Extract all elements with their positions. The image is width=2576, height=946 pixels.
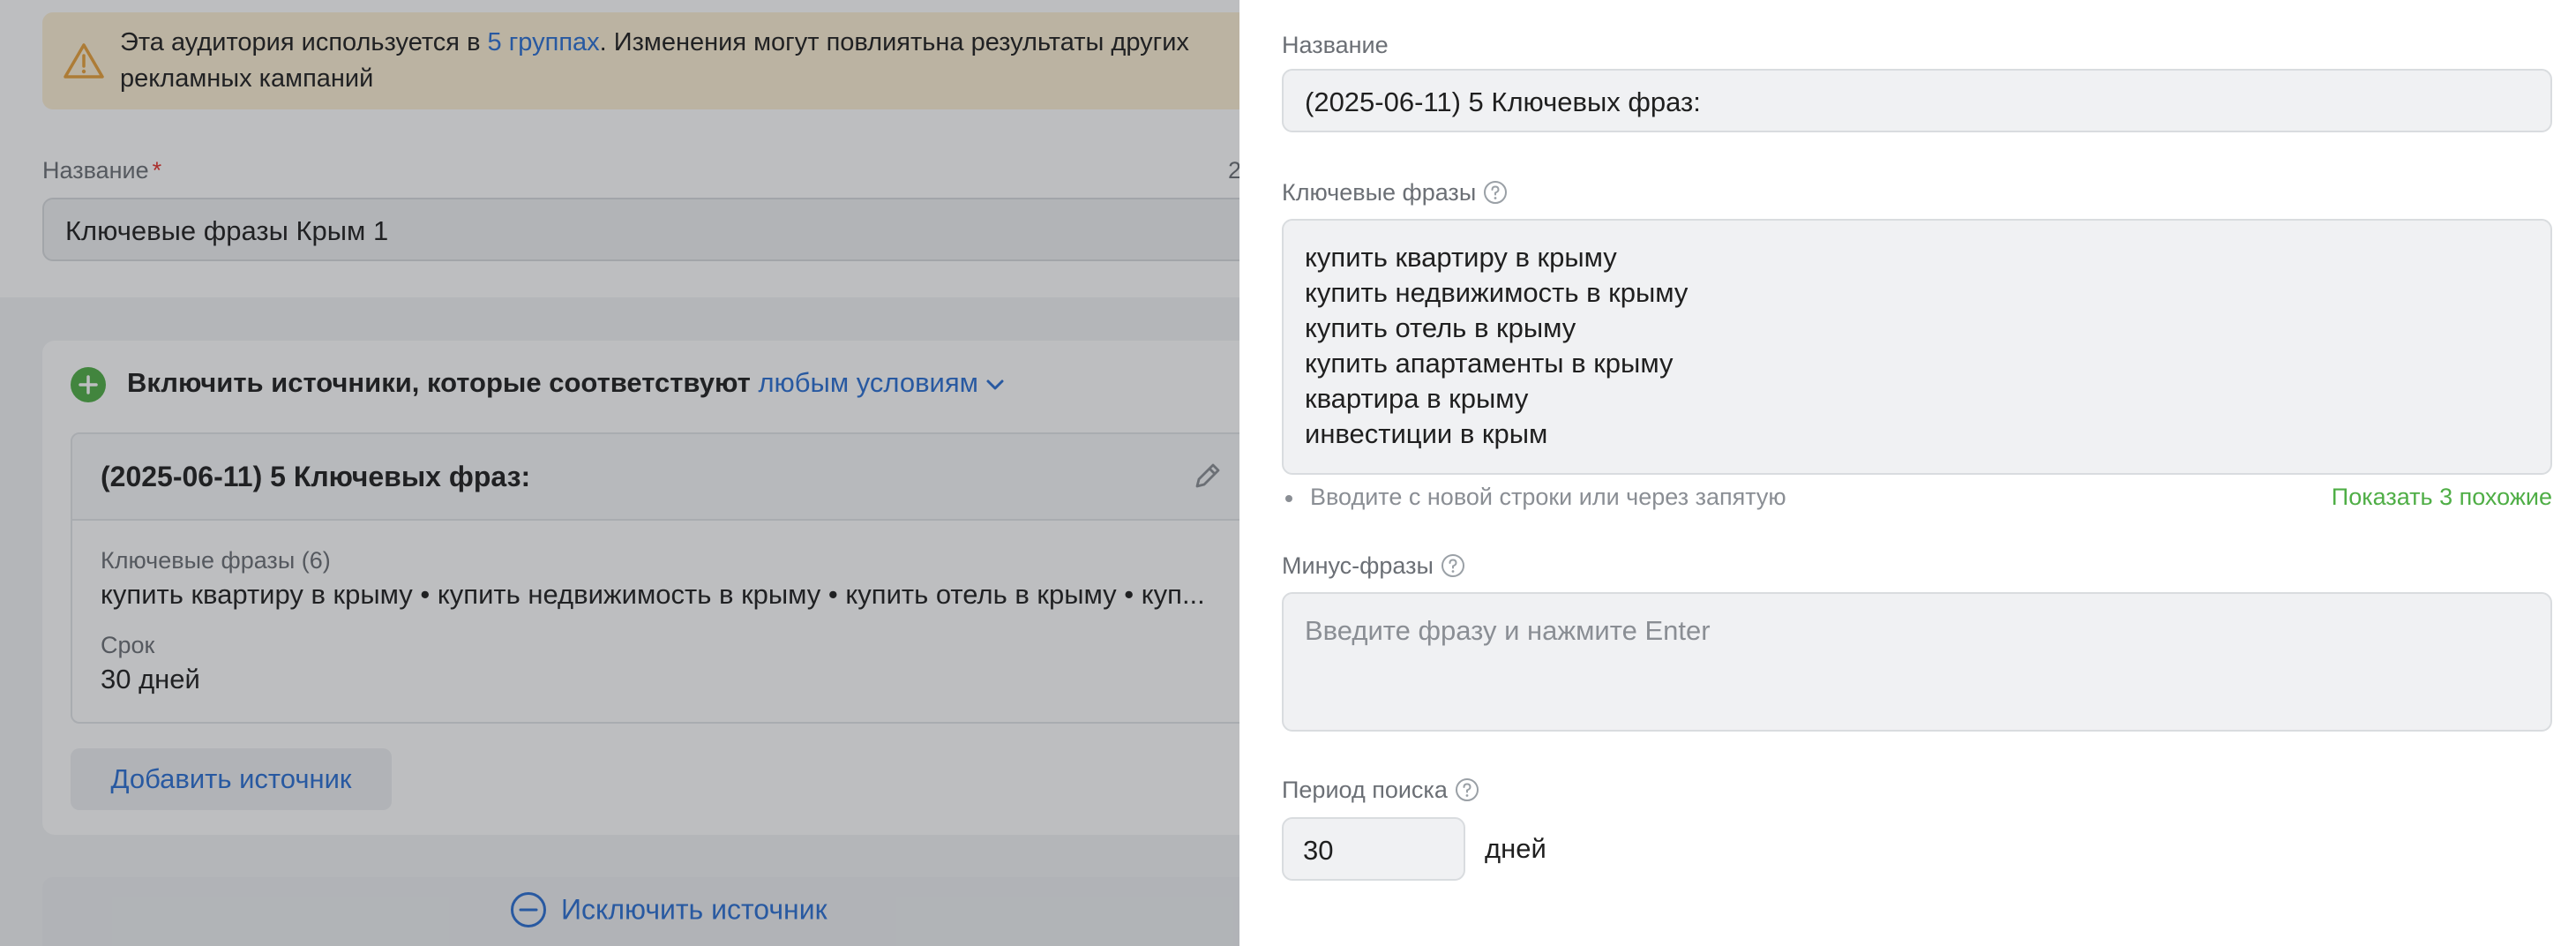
minus-phrases-label: Минус-фразы: [1282, 552, 1465, 580]
modal-overlay[interactable]: [0, 0, 1239, 946]
panel-name-label: Название: [1282, 32, 1389, 58]
show-similar-link[interactable]: Показать 3 похожие: [2332, 484, 2552, 511]
keyword-line: купить недвижимость в крыму: [1305, 277, 1689, 308]
search-period-input[interactable]: 30: [1282, 817, 1465, 881]
keyword-line: купить апартаменты в крыму: [1305, 348, 1674, 379]
minus-phrases-input[interactable]: Введите фразу и нажмите Enter: [1282, 592, 2552, 732]
app-root: Эта аудитория используется в 5 группах. …: [0, 0, 2576, 946]
keyword-line: квартира в крыму: [1305, 383, 1529, 414]
keywords-hint-text: Вводите с новой строки или через запятую: [1310, 484, 1786, 510]
source-name-value: (2025-06-11) 5 Ключевых фраз:: [1305, 86, 1701, 117]
search-period-unit: дней: [1485, 833, 1546, 864]
keyword-line: купить отель в крыму: [1305, 312, 1576, 343]
keywords-textarea[interactable]: купить квартиру в крыму купить недвижимо…: [1282, 219, 2552, 475]
keywords-list: купить квартиру в крыму купить недвижимо…: [1305, 240, 1688, 452]
help-circle-icon[interactable]: [1483, 180, 1508, 205]
help-circle-icon[interactable]: [1441, 553, 1465, 578]
keywords-label-text: Ключевые фразы: [1282, 179, 1477, 206]
keyword-line: купить квартиру в крыму: [1305, 242, 1617, 273]
search-period-label-text: Период поиска: [1282, 777, 1448, 803]
bullet-dot-icon: [1285, 494, 1292, 502]
minus-phrases-placeholder: Введите фразу и нажмите Enter: [1305, 615, 1711, 646]
search-period-value: 30: [1303, 835, 1334, 866]
minus-phrases-label-text: Минус-фразы: [1282, 552, 1434, 579]
source-edit-panel: Название (2025-06-11) 5 Ключевых фраз: К…: [1239, 0, 2576, 946]
keywords-hint: Вводите с новой строки или через запятую: [1282, 484, 1786, 511]
search-period-label: Период поиска: [1282, 777, 1479, 804]
keywords-label: Ключевые фразы: [1282, 179, 1508, 206]
keyword-line: инвестиции в крым: [1305, 418, 1548, 449]
source-name-input[interactable]: (2025-06-11) 5 Ключевых фраз:: [1282, 69, 2552, 132]
help-circle-icon[interactable]: [1455, 777, 1479, 802]
